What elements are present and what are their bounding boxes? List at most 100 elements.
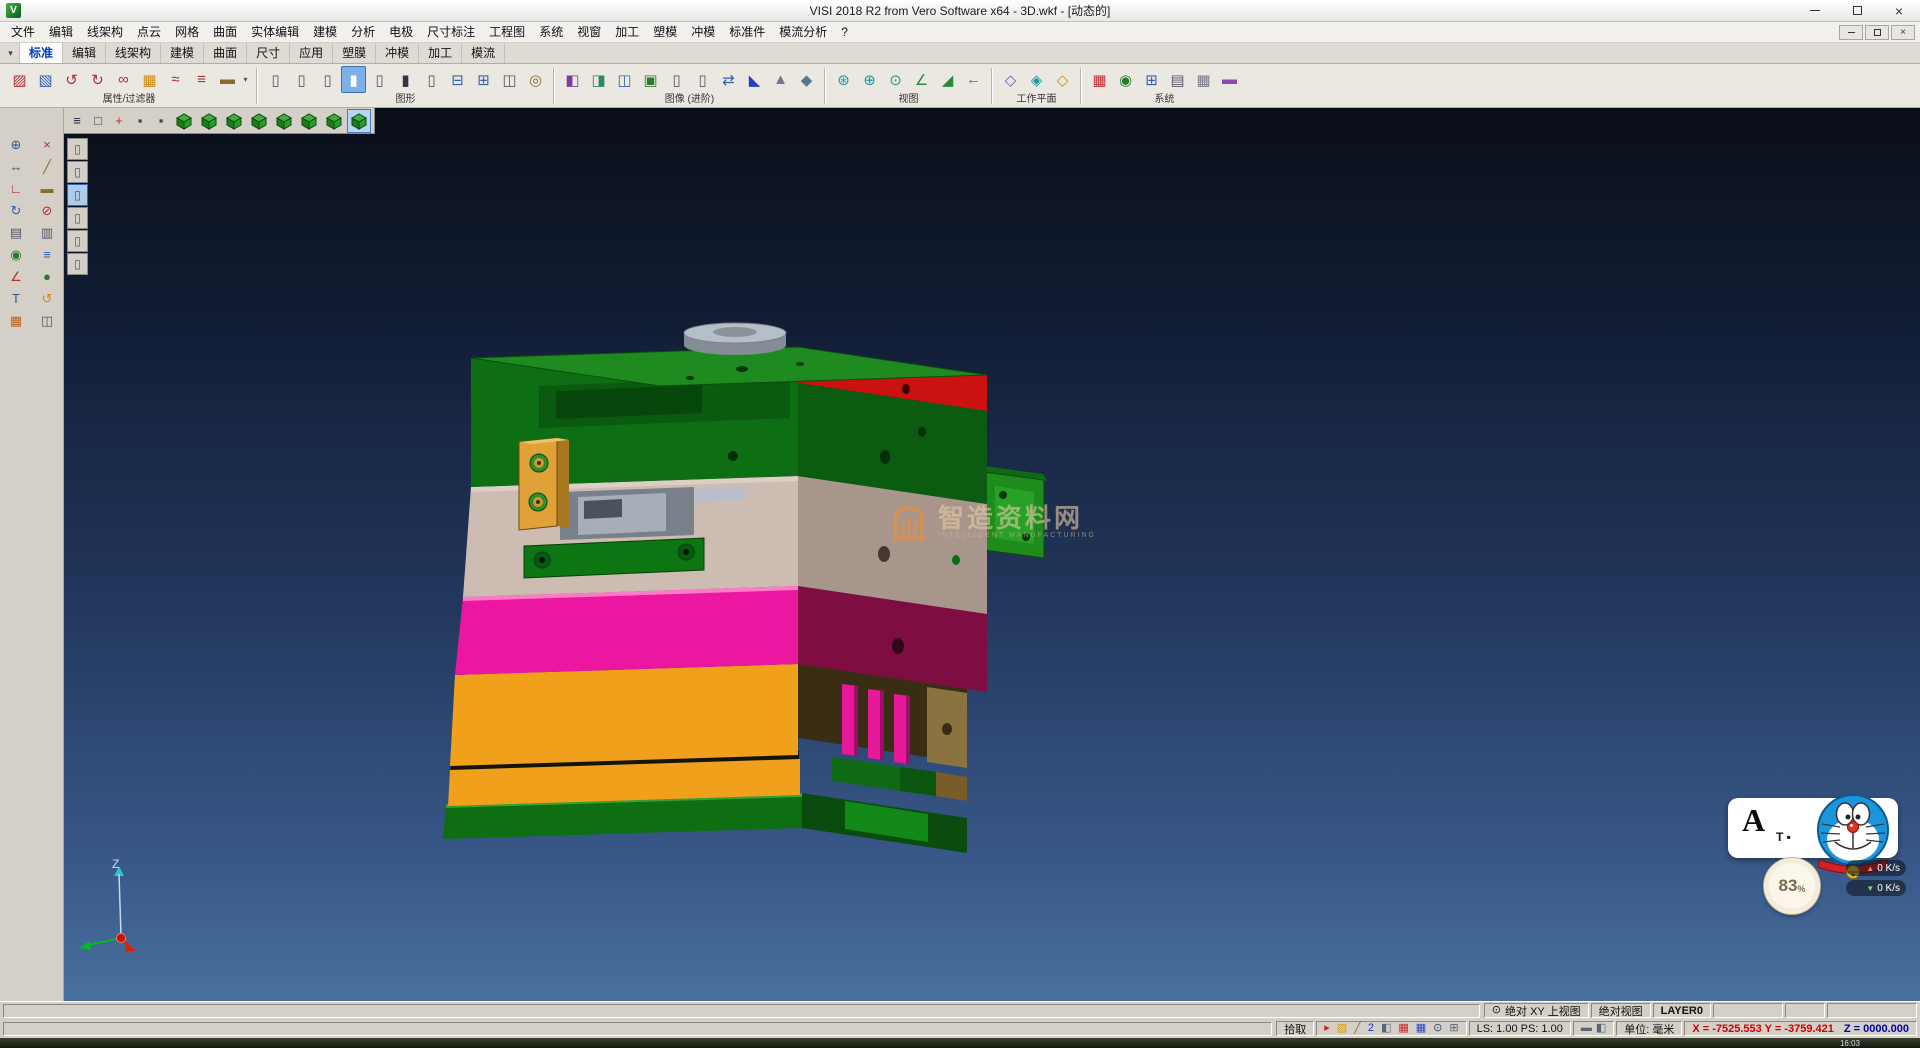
toolbar-icon[interactable]: ◉ xyxy=(1113,66,1138,93)
toolbar-icon[interactable]: ▮ xyxy=(341,66,366,93)
battery-percent-badge[interactable]: 83 % xyxy=(1764,858,1820,914)
toolbar-icon[interactable]: ⊕ xyxy=(857,66,882,93)
menu-item[interactable]: 线架构 xyxy=(80,22,130,42)
toolbar-icon[interactable]: ▲ xyxy=(768,66,793,93)
toolbar-overflow-icon[interactable]: ▾ xyxy=(240,66,251,93)
toolbar-icon[interactable]: ▨ xyxy=(7,66,32,93)
toolbar-icon[interactable]: ◫ xyxy=(497,66,522,93)
toolbar-icon[interactable]: ▧ xyxy=(33,66,58,93)
toolbar-icon[interactable]: ⊟ xyxy=(445,66,470,93)
tab-dropdown-icon[interactable]: ▾ xyxy=(2,43,20,63)
left-tool-icon[interactable]: ⊕ xyxy=(3,134,29,155)
left-tool-icon[interactable]: ∠ xyxy=(3,266,29,287)
menu-item[interactable]: 曲面 xyxy=(206,22,244,42)
left-tool-icon[interactable]: ↺ xyxy=(34,288,60,309)
view-cube-icon[interactable] xyxy=(172,109,196,133)
left-tool-icon[interactable]: ▥ xyxy=(34,222,60,243)
toolbar-icon[interactable]: ▣ xyxy=(638,66,663,93)
toolbar-icon[interactable]: ▯ xyxy=(315,66,340,93)
side-clamp[interactable] xyxy=(519,438,569,530)
menu-item[interactable]: 视窗 xyxy=(570,22,608,42)
viewport-tool-icon[interactable]: ≡ xyxy=(67,110,87,132)
status-icon[interactable]: ◧ xyxy=(1381,1023,1391,1034)
menu-item[interactable]: 尺寸标注 xyxy=(420,22,482,42)
view-cube-icon[interactable] xyxy=(347,109,371,133)
toolbar-tab[interactable]: 线架构 xyxy=(106,43,161,63)
menu-item[interactable]: 冲模 xyxy=(684,22,722,42)
locating-ring[interactable] xyxy=(684,323,786,355)
toolbar-icon[interactable]: ∠ xyxy=(909,66,934,93)
view-cube-icon[interactable] xyxy=(297,109,321,133)
toolbar-icon[interactable]: ◢ xyxy=(935,66,960,93)
absolute-view-indicator[interactable]: 绝对视图 xyxy=(1591,1003,1651,1018)
toolbar-icon[interactable]: ∞ xyxy=(111,66,136,93)
toolbar-tab[interactable]: 加工 xyxy=(419,43,462,63)
viewport-tool-icon[interactable]: + xyxy=(109,110,129,132)
left-tool-icon[interactable]: ◉ xyxy=(3,244,29,265)
viewport-canvas[interactable]: Z xyxy=(64,108,1920,1001)
filter-slot-icon[interactable]: ▯ xyxy=(67,184,88,206)
minimize-button[interactable] xyxy=(1794,0,1836,21)
filter-slot-icon[interactable]: ▯ xyxy=(67,138,88,160)
filter-slot-icon[interactable]: ▯ xyxy=(67,230,88,252)
toolbar-icon[interactable]: ◨ xyxy=(586,66,611,93)
mdi-restore-button[interactable] xyxy=(1865,25,1889,40)
toolbar-icon[interactable]: ⊞ xyxy=(1139,66,1164,93)
toolbar-tab[interactable]: 编辑 xyxy=(63,43,106,63)
close-button[interactable]: × xyxy=(1878,0,1920,21)
toolbar-icon[interactable]: ▤ xyxy=(1165,66,1190,93)
toolbar-icon[interactable]: ▬ xyxy=(1217,66,1242,93)
toolbar-icon[interactable]: ◫ xyxy=(612,66,637,93)
menu-item[interactable]: 标准件 xyxy=(722,22,772,42)
maximize-button[interactable] xyxy=(1836,0,1878,21)
left-tool-icon[interactable]: ● xyxy=(34,266,60,287)
toolbar-tab[interactable]: 标准 xyxy=(20,43,63,63)
toolbar-icon[interactable]: ↻ xyxy=(85,66,110,93)
menu-item[interactable]: 实体编辑 xyxy=(244,22,306,42)
menu-item[interactable]: 建模 xyxy=(306,22,344,42)
toolbar-icon[interactable]: ⊞ xyxy=(471,66,496,93)
viewport-3d[interactable]: Z 智造资料网 INTELLIGENT MANUFACTURING ≡□+▪▪ xyxy=(64,108,1920,1001)
menu-item[interactable]: 编辑 xyxy=(42,22,80,42)
toolbar-icon[interactable]: ◆ xyxy=(794,66,819,93)
toolbar-icon[interactable]: ▯ xyxy=(367,66,392,93)
menu-item[interactable]: 电极 xyxy=(382,22,420,42)
view-mode-indicator[interactable]: ⊙ 绝对 XY 上视图 xyxy=(1484,1003,1589,1018)
toolbar-icon[interactable]: ≈ xyxy=(163,66,188,93)
toolbar-icon[interactable]: ◎ xyxy=(523,66,548,93)
toolbar-tab[interactable]: 冲模 xyxy=(376,43,419,63)
toolbar-icon[interactable]: ⇄ xyxy=(716,66,741,93)
left-tool-icon[interactable]: ∟ xyxy=(3,178,29,199)
status-icon[interactable]: ⊙ xyxy=(1433,1023,1442,1034)
toolbar-tab[interactable]: 尺寸 xyxy=(247,43,290,63)
status-icon[interactable]: ▦ xyxy=(1416,1023,1426,1034)
viewport-tool-icon[interactable]: □ xyxy=(88,110,108,132)
menu-item[interactable]: 模流分析 xyxy=(772,22,834,42)
layer-indicator[interactable]: LAYER0 xyxy=(1653,1003,1711,1018)
toolbar-icon[interactable]: ▦ xyxy=(1191,66,1216,93)
view-cube-icon[interactable] xyxy=(247,109,271,133)
toolbar-icon[interactable]: ▬ xyxy=(215,66,240,93)
menu-item[interactable]: 点云 xyxy=(130,22,168,42)
ruler-icon[interactable]: ▬ xyxy=(1581,1023,1592,1034)
left-tool-icon[interactable]: × xyxy=(34,134,60,155)
menu-item[interactable]: 加工 xyxy=(608,22,646,42)
toolbar-icon[interactable]: ▦ xyxy=(137,66,162,93)
menu-item[interactable]: 文件 xyxy=(4,22,42,42)
left-tool-icon[interactable]: ╱ xyxy=(34,156,60,177)
lock-icon[interactable]: ◧ xyxy=(1596,1023,1606,1034)
left-tool-icon[interactable]: ↻ xyxy=(3,200,29,221)
menu-item[interactable]: 塑模 xyxy=(646,22,684,42)
toolbar-icon[interactable]: ⊙ xyxy=(883,66,908,93)
toolbar-icon[interactable]: ↺ xyxy=(59,66,84,93)
left-tool-icon[interactable]: ◫ xyxy=(34,310,60,331)
toolbar-icon[interactable]: ◇ xyxy=(998,66,1023,93)
toolbar-icon[interactable]: ▯ xyxy=(263,66,288,93)
toolbar-icon[interactable]: ▯ xyxy=(419,66,444,93)
toolbar-icon[interactable]: ◇ xyxy=(1050,66,1075,93)
toolbar-icon[interactable]: ▮ xyxy=(393,66,418,93)
toolbar-tab[interactable]: 塑膜 xyxy=(333,43,376,63)
mold-assembly[interactable] xyxy=(443,323,1047,853)
status-icon[interactable]: ▦ xyxy=(1398,1023,1408,1034)
toolbar-icon[interactable]: ▯ xyxy=(664,66,689,93)
